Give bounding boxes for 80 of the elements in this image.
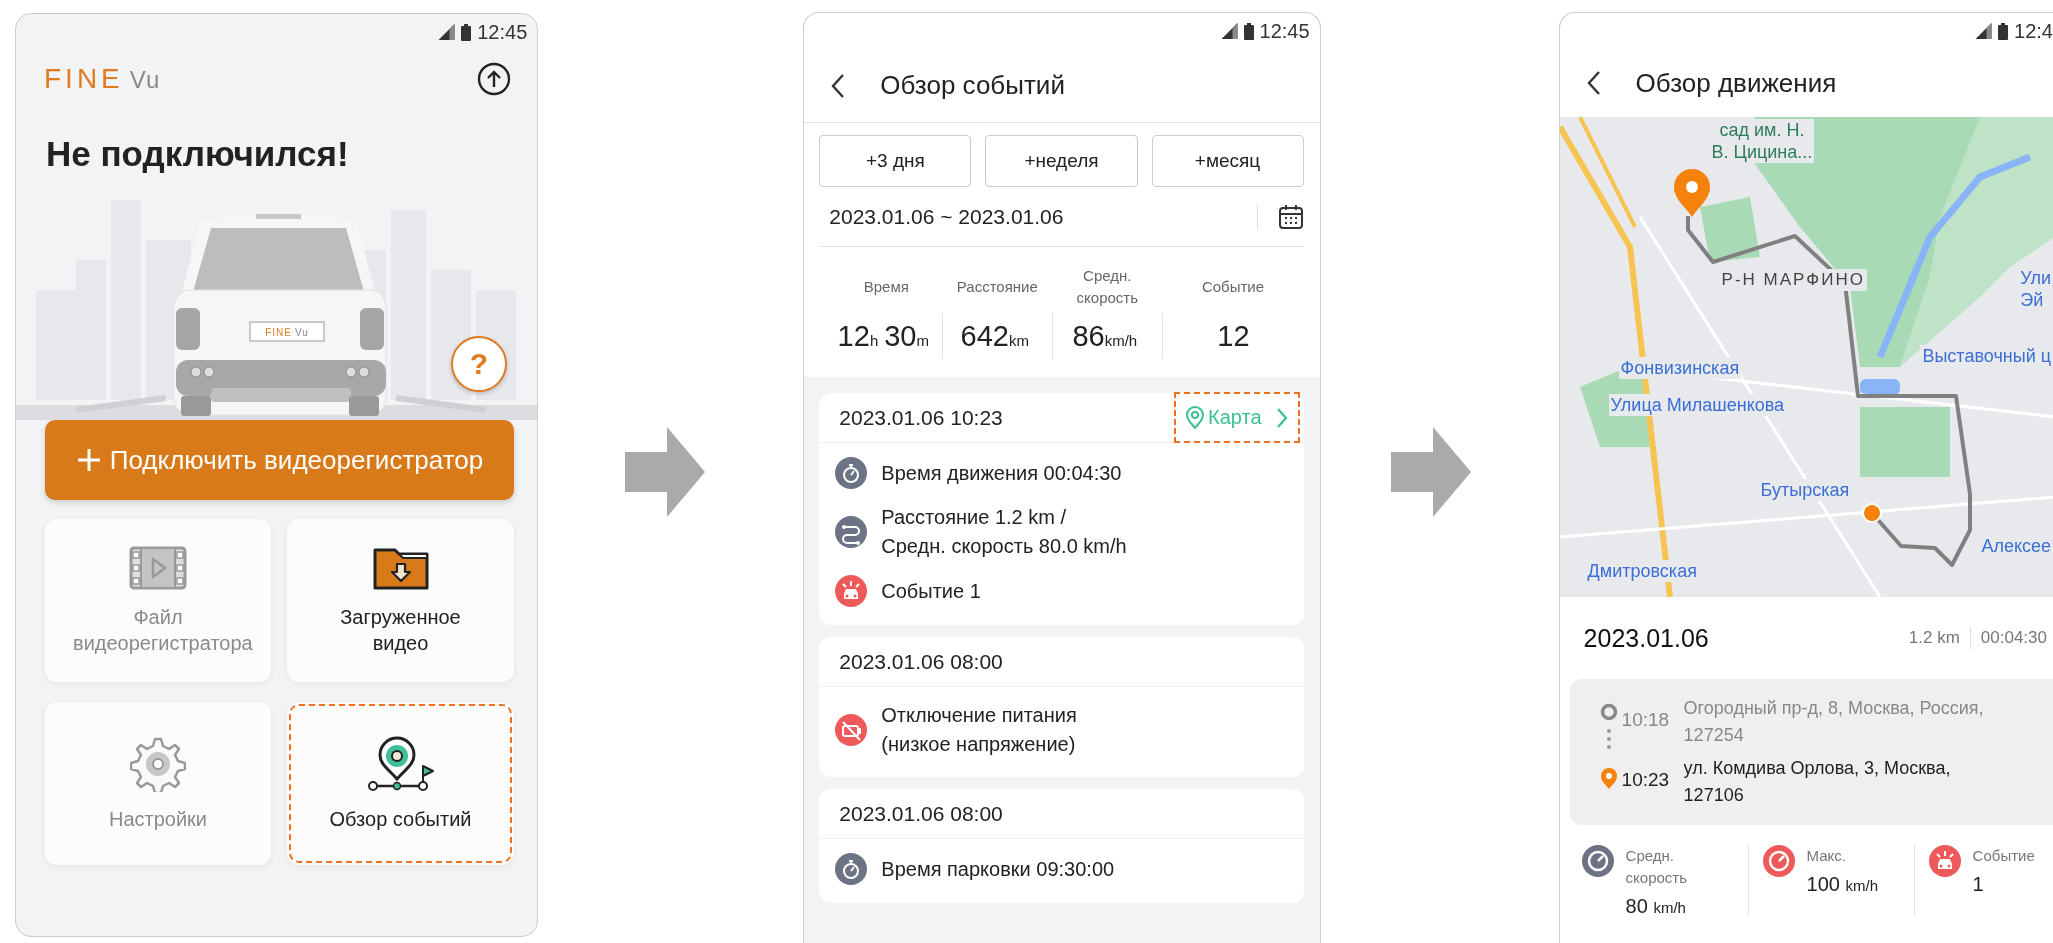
stat-label: Средн. скорость	[1076, 266, 1138, 308]
car-crash-icon	[1928, 845, 1961, 877]
map-label: Дмитровская	[1585, 560, 1699, 582]
dotted-connector	[1605, 727, 1612, 751]
event-datetime: 2023.01.06 08:00	[839, 649, 1003, 674]
stat-label: Средн. скорость	[1625, 846, 1688, 888]
trip-duration: 00:04:30	[1980, 628, 2047, 648]
calendar-icon[interactable]	[1277, 203, 1304, 230]
trip-date: 2023.01.06	[1583, 623, 1709, 653]
stat-value: 12	[1217, 319, 1250, 353]
map-label: сад им. Н. В. Цицина...	[1709, 119, 1815, 163]
plate-text: FINE Vu	[265, 327, 309, 338]
stat-value: 80 km/h	[1625, 895, 1687, 918]
battery-icon	[1243, 22, 1254, 40]
page-title: Обзор событий	[880, 70, 1065, 101]
stat-label: Макс.	[1806, 846, 1847, 866]
range-button[interactable]: +неделя	[985, 135, 1138, 187]
stat-label: Время	[863, 277, 909, 297]
map-label: Р-Н МАРФИНО	[1719, 269, 1867, 291]
status-time: 12:45	[1259, 19, 1310, 43]
event-datetime: 2023.01.06 08:00	[839, 801, 1003, 826]
stat-label: Расстояние	[956, 277, 1038, 297]
gauge-icon	[1581, 845, 1614, 877]
film-icon	[129, 545, 187, 590]
chevron-icon	[1275, 406, 1288, 429]
pin-icon	[1186, 406, 1205, 429]
stat-value: 100 km/h	[1806, 873, 1879, 896]
route-pin-icon	[366, 735, 435, 792]
event-datetime: 2023.01.06 10:23	[839, 405, 1003, 430]
stopwatch-icon	[835, 457, 868, 489]
status-time: 12:45	[477, 20, 528, 44]
stat-value: 86km/h	[1072, 319, 1139, 353]
map-label: Фонвизинская	[1618, 357, 1742, 379]
route-icon	[835, 516, 868, 548]
range-button[interactable]: +месяц	[1151, 135, 1304, 187]
start-ring-icon	[1599, 703, 1618, 721]
range-button[interactable]: +3 дня	[819, 135, 972, 187]
page-title: Обзор движения	[1635, 67, 1837, 99]
battery-off-icon	[835, 714, 868, 746]
map-pin-icon	[1599, 767, 1618, 790]
gear-icon	[130, 735, 186, 792]
signal-icon	[1220, 22, 1238, 40]
event-detail: Расстояние 1.2 km / Средн. скорость 80.0 km/h	[881, 505, 1127, 559]
upload-icon[interactable]	[477, 62, 512, 96]
trip-distance: 1.2 km	[1908, 628, 1960, 648]
battery-icon	[461, 23, 472, 41]
start-point-icon	[1861, 503, 1882, 523]
back-icon[interactable]	[1585, 70, 1602, 96]
signal-icon	[438, 23, 456, 41]
menu-tile[interactable]: Обзор событий	[287, 702, 514, 865]
stat-label: Событие	[1201, 277, 1264, 297]
trip-address: Огородный пр-д, 8, Москва, Россия, 127254	[1683, 697, 1985, 747]
event-detail: Отключение питания (низкое напряжение)	[881, 703, 1077, 757]
car-crash-icon	[835, 575, 868, 607]
stat-label: Событие	[1972, 846, 2035, 866]
back-icon[interactable]	[830, 72, 847, 99]
stat-value: 1	[1972, 873, 1985, 896]
plus-icon	[75, 447, 102, 473]
trip-time: 10:23	[1621, 768, 1671, 792]
date-range: 2023.01.06 ~ 2023.01.06	[829, 204, 1065, 229]
stat-value: 12h 30m	[837, 319, 930, 353]
signal-icon	[1975, 22, 1993, 40]
stopwatch-icon	[835, 853, 868, 885]
menu-tile[interactable]: Загруженное видео	[287, 519, 514, 682]
map-label: Выставочный ц	[1920, 345, 2053, 367]
stat-value: 642km	[960, 319, 1030, 353]
gauge-icon	[1762, 845, 1795, 877]
event-detail: Время движения 00:04:30	[881, 460, 1122, 486]
app-logo: FINE Vu	[44, 63, 161, 95]
status-time: 12:4	[2014, 19, 2053, 43]
map-label: Улица Милашенкова	[1608, 394, 1787, 416]
event-detail: Время парковки 09:30:00	[881, 856, 1115, 882]
trip-time: 10:18	[1621, 708, 1671, 732]
trip-address: ул. Комдива Орлова, 3, Москва, 127106	[1683, 757, 1952, 807]
battery-icon	[1998, 22, 2009, 40]
page-title: Не подключился!	[46, 133, 350, 175]
arrow-icon	[1390, 426, 1471, 517]
arrow-icon	[625, 426, 706, 517]
map-pin-icon	[1673, 169, 1710, 217]
event-detail: Событие 1	[881, 578, 981, 604]
